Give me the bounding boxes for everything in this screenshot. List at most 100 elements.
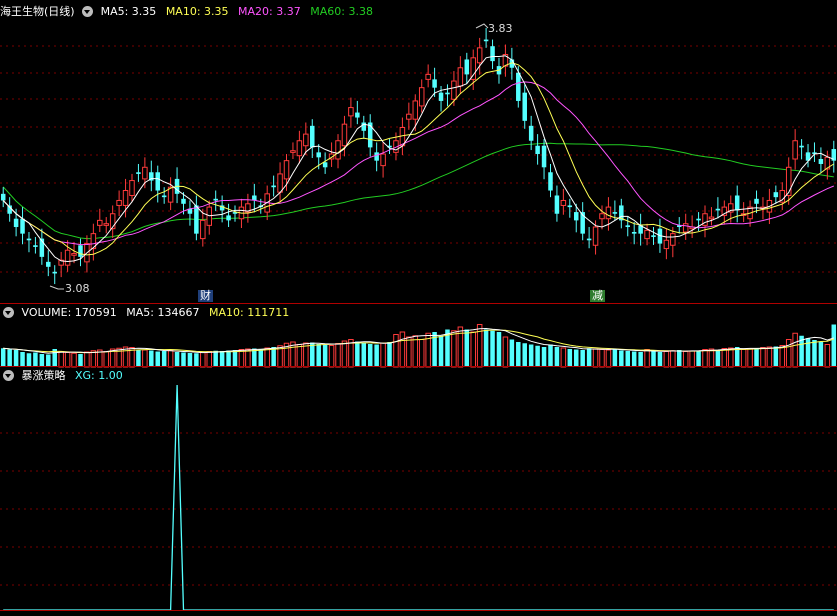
- candle-up: [670, 233, 676, 246]
- volume-bar-up: [451, 330, 457, 368]
- low-pointer: [49, 285, 64, 290]
- volume-bar-up: [90, 350, 97, 368]
- candle-down: [541, 145, 547, 168]
- candle-up: [599, 213, 605, 220]
- ma5-line: [2, 55, 834, 263]
- candle-up: [97, 219, 103, 226]
- volume-bar-down: [355, 341, 360, 367]
- legend-ma60: MA60: 3.38: [310, 5, 373, 18]
- candle-up: [341, 123, 348, 147]
- volume-bar-up: [824, 344, 831, 368]
- volume-bar-down: [7, 349, 12, 367]
- volume-bar-down: [631, 351, 637, 367]
- volume-bar-down: [322, 345, 328, 367]
- volume-bar-down: [20, 352, 25, 367]
- candle-down: [26, 238, 32, 241]
- legend-ma20: MA20: 3.37: [238, 5, 301, 18]
- candle-up: [290, 150, 296, 153]
- legend-vol-ma5: MA5: 134667: [126, 306, 200, 319]
- volume-bar-down: [161, 351, 167, 367]
- candle-down: [522, 92, 527, 121]
- dropdown-icon[interactable]: [3, 370, 14, 381]
- volume-bar-down: [464, 329, 470, 367]
- candle-up: [406, 113, 412, 120]
- volume-bar-down: [638, 352, 643, 367]
- candle-down: [483, 39, 489, 42]
- candle-down: [226, 215, 231, 221]
- volume-bar-up: [792, 332, 798, 368]
- volume-bar-down: [136, 349, 141, 367]
- candle-up: [296, 140, 303, 157]
- volume-bar-up: [779, 345, 786, 368]
- candle-up: [142, 166, 148, 180]
- volume-bar-up: [702, 349, 708, 368]
- volume-bar-down: [361, 343, 367, 367]
- volume-bar-down: [580, 350, 585, 367]
- candle-up: [682, 223, 689, 233]
- volume-bar-down: [367, 344, 373, 367]
- volume-bar-up: [412, 335, 419, 368]
- legend-ma10: MA10: 3.35: [165, 5, 229, 18]
- volume-bar-up: [747, 348, 753, 368]
- volume-bar-down: [586, 348, 592, 367]
- high-price-label: 3.83: [488, 22, 513, 35]
- volume-bar-up: [785, 339, 792, 368]
- volume-bar-down: [181, 352, 186, 367]
- volume-bar-down: [174, 352, 180, 367]
- candle-down: [696, 218, 701, 221]
- finance-event-marker[interactable]: 财: [198, 290, 213, 302]
- candle-down: [535, 145, 540, 155]
- volume-bar-down: [625, 351, 631, 367]
- volume-bar-up: [167, 350, 174, 368]
- volume-bar-down: [773, 346, 779, 367]
- candle-up: [71, 253, 77, 256]
- candle-up: [476, 47, 483, 64]
- volume-bar-down: [754, 348, 759, 367]
- candle-up: [303, 133, 309, 147]
- volume-bar-down: [213, 350, 218, 367]
- candle-down: [651, 235, 656, 237]
- volume-bar-down: [0, 348, 6, 367]
- volume-bar-up: [760, 347, 766, 368]
- indicator-name[interactable]: 暴涨策略: [22, 369, 66, 382]
- legend-volume: VOLUME: 170591: [21, 306, 117, 319]
- candle-down: [20, 218, 25, 234]
- volume-bar-down: [612, 349, 618, 367]
- volume-bar-down: [39, 354, 45, 367]
- candle-down: [355, 112, 360, 118]
- volume-bar-down: [483, 329, 489, 367]
- candle-down: [213, 198, 218, 201]
- candle-down: [773, 192, 779, 198]
- candle-down: [586, 238, 592, 241]
- volume-bar-up: [470, 331, 476, 368]
- candle-down: [316, 152, 321, 158]
- volume-bar-down: [535, 345, 540, 367]
- candle-down: [194, 205, 199, 234]
- candle-down: [13, 218, 19, 228]
- volume-bar-down: [310, 342, 315, 367]
- xg-line: [3, 384, 834, 611]
- volume-bar-up: [58, 351, 64, 368]
- volume-bar-down: [567, 349, 573, 367]
- volume-bar-up: [418, 339, 425, 368]
- candle-up: [206, 206, 213, 226]
- stock-name[interactable]: 海王生物(日线): [0, 5, 75, 18]
- reduction-event-marker[interactable]: 减: [590, 290, 605, 302]
- volume-bar-down: [490, 330, 495, 367]
- volume-bar-down: [387, 342, 392, 367]
- ma-lines-group: [2, 55, 835, 263]
- candle-down: [271, 185, 276, 188]
- candle-up: [663, 239, 670, 250]
- volume-bar-down: [715, 350, 721, 367]
- dropdown-icon[interactable]: [3, 307, 14, 318]
- dropdown-icon[interactable]: [82, 6, 94, 17]
- candle-up: [418, 87, 425, 107]
- volume-bar-up: [766, 346, 773, 368]
- volume-bar-down: [194, 353, 199, 367]
- volume-bar-down: [33, 352, 38, 367]
- volume-bar-down: [232, 350, 238, 367]
- candle-down: [438, 92, 444, 101]
- volume-bar-down: [657, 352, 663, 367]
- volume-bars: [0, 324, 837, 368]
- ma20-line: [2, 81, 834, 246]
